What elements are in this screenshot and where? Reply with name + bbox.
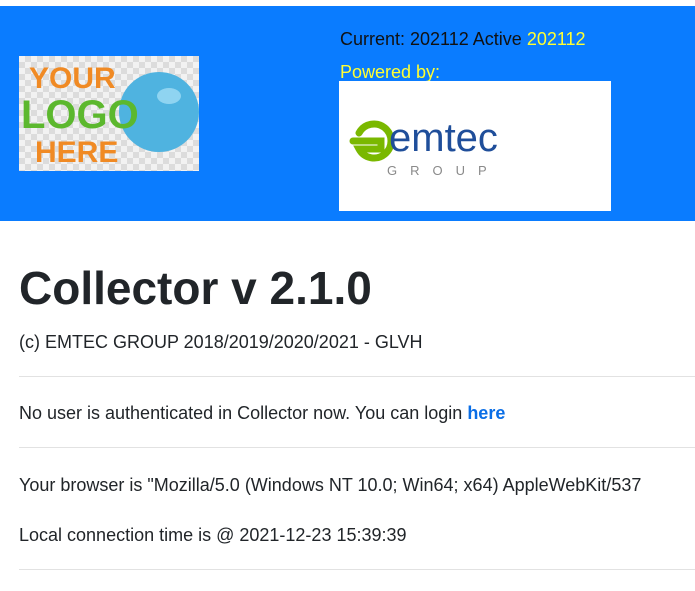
page-header: YOUR LOGO HERE Current: 202112 Active 20…	[0, 6, 695, 221]
divider-2	[19, 447, 695, 448]
auth-text: No user is authenticated in Collector no…	[19, 403, 463, 423]
copyright-text: (c) EMTEC GROUP 2018/2019/2020/2021 - GL…	[19, 332, 423, 352]
emtec-sub: GROUP	[387, 163, 500, 178]
your-logo-graphic: YOUR LOGO HERE	[21, 62, 199, 169]
logo-line1: YOUR	[29, 62, 116, 95]
active-period: 202112	[526, 29, 586, 49]
period-info: Current: 202112 Active 202112	[340, 28, 586, 50]
divider-3	[19, 569, 695, 570]
auth-status: No user is authenticated in Collector no…	[19, 401, 505, 425]
logo-line3: HERE	[35, 136, 118, 169]
emtec-logo-graphic: emtec GROUP	[349, 116, 500, 178]
connection-time: Local connection time is @ 2021-12-23 15…	[19, 525, 407, 545]
page-title: Collector v 2.1.0	[19, 262, 372, 314]
browser-info: Your browser is "Mozilla/5.0 (Windows NT…	[19, 475, 642, 495]
divider-1	[19, 376, 695, 377]
current-period: Current: 202112	[340, 29, 469, 49]
login-link[interactable]: here	[467, 403, 505, 423]
powered-by-label: Powered by:	[340, 62, 441, 82]
logo-line2: LOGO	[21, 93, 139, 137]
emtec-brand: emtec	[389, 116, 498, 160]
active-label: Active	[472, 29, 522, 49]
emtec-logo-image: emtec GROUP	[339, 81, 611, 211]
your-logo-image: YOUR LOGO HERE	[19, 56, 199, 171]
